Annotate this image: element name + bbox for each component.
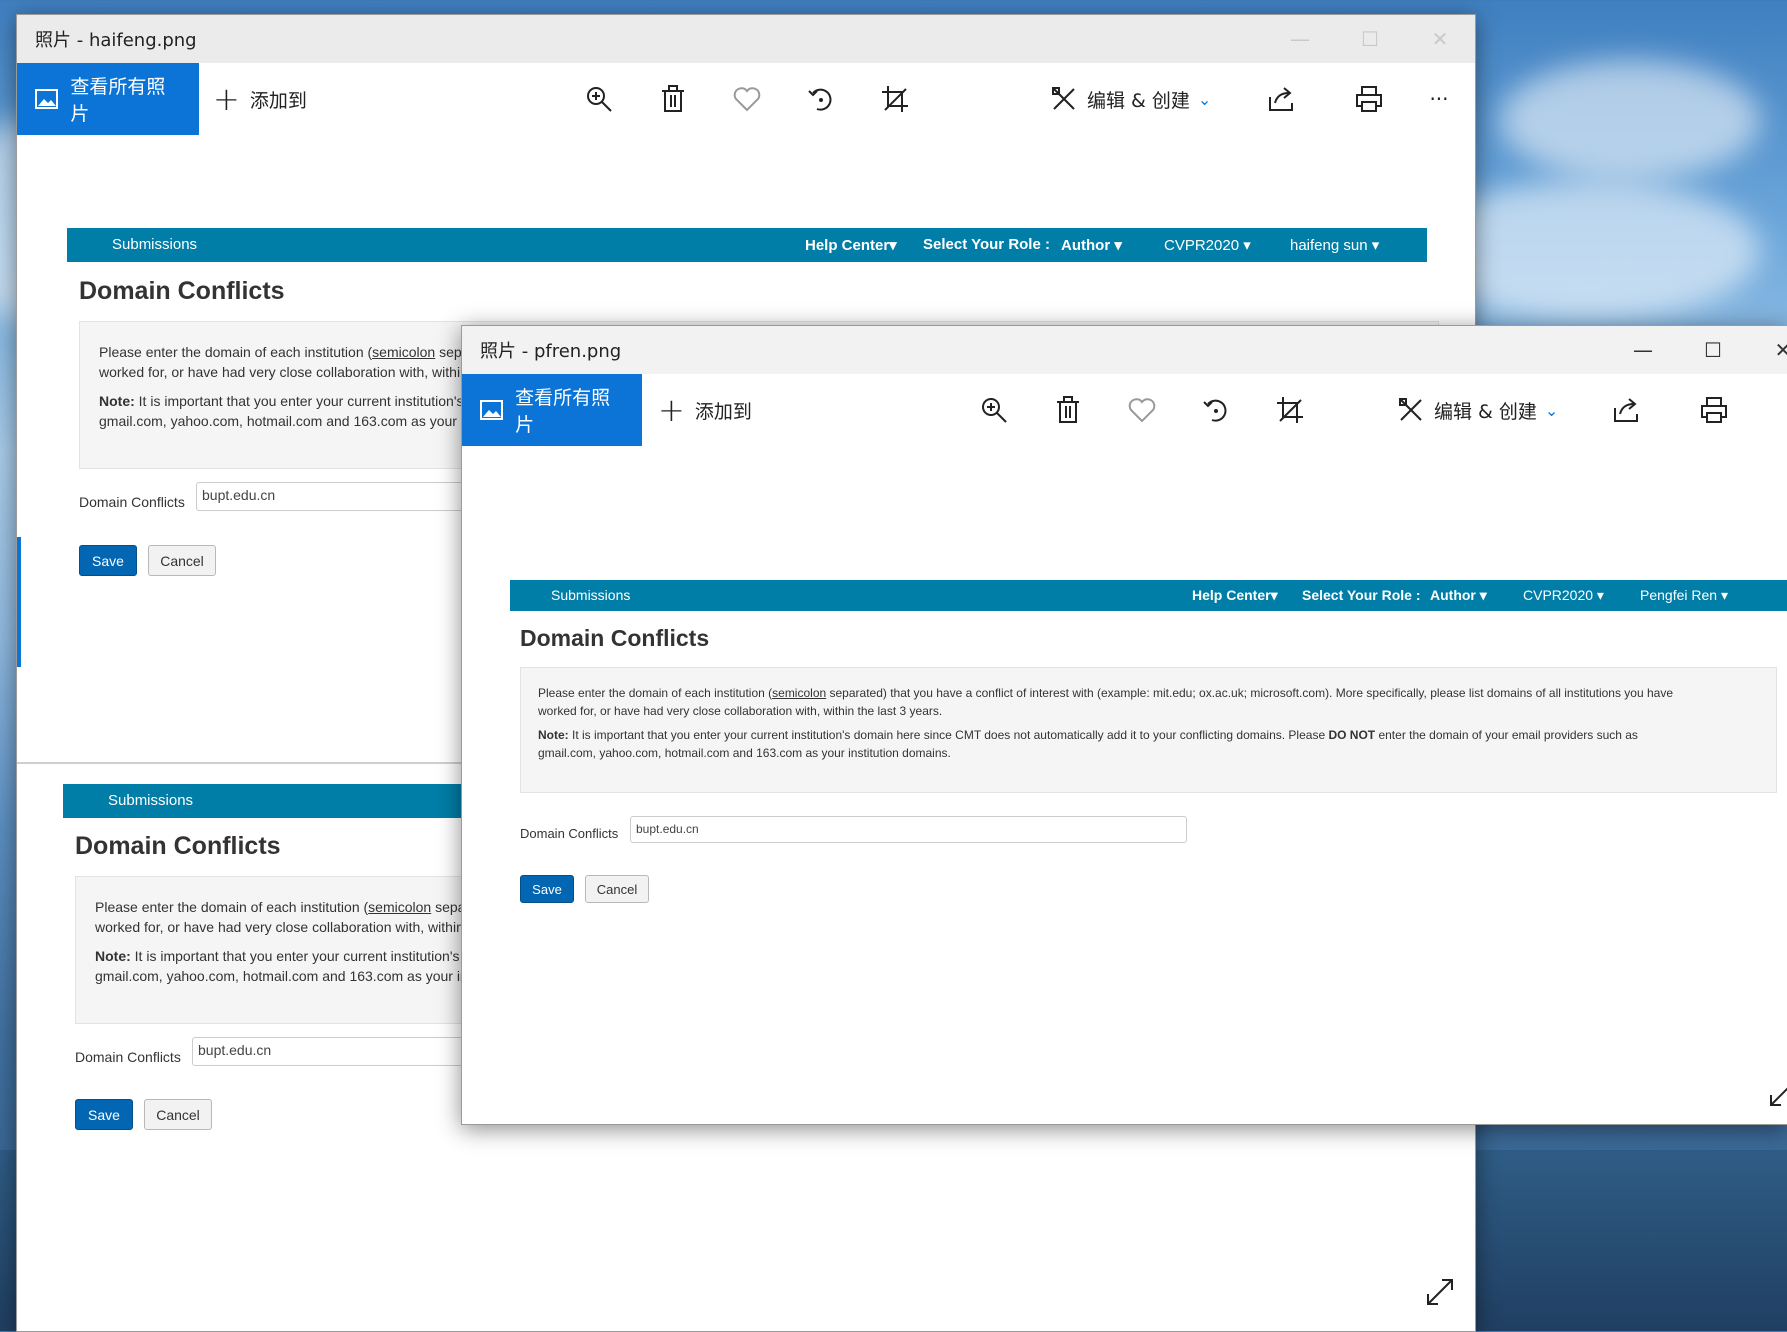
crop-icon[interactable] — [877, 81, 913, 117]
nav-help-center[interactable]: Help Center▾ — [805, 236, 897, 254]
edit-create-button[interactable]: 编辑 & 创建 ⌄ — [1398, 374, 1558, 446]
more-options-button[interactable]: ··· — [1421, 81, 1457, 117]
favorite-heart-icon[interactable] — [729, 81, 765, 117]
photo-icon — [480, 400, 504, 420]
share-icon[interactable] — [1608, 392, 1644, 428]
add-to-button[interactable]: + 添加到 — [213, 63, 307, 135]
cancel-button[interactable]: Cancel — [148, 545, 216, 576]
nav-conference[interactable]: CVPR2020 ▾ — [1523, 587, 1604, 604]
save-button[interactable]: Save — [520, 875, 574, 903]
delete-icon[interactable] — [1050, 392, 1086, 428]
window-title: 照片 - pfren.png — [480, 341, 622, 362]
photos-window-pfren: 照片 - pfren.png — ☐ ✕ 查看所有照片 + 添加到 — [461, 325, 1787, 1125]
maximize-button[interactable]: ☐ — [1335, 15, 1405, 63]
see-all-photos-button[interactable]: 查看所有照片 — [17, 63, 199, 135]
edit-create-icon — [1052, 87, 1075, 110]
nav-submissions[interactable]: Submissions — [108, 792, 193, 809]
minimize-button[interactable]: — — [1608, 326, 1678, 374]
zoom-icon[interactable] — [976, 392, 1012, 428]
domain-conflicts-input[interactable]: bupt.edu.cn — [630, 816, 1187, 843]
print-icon[interactable] — [1696, 392, 1732, 428]
see-all-photos-button[interactable]: 查看所有照片 — [462, 374, 642, 446]
favorite-heart-icon[interactable] — [1124, 392, 1160, 428]
cancel-button-lower[interactable]: Cancel — [144, 1099, 212, 1130]
nav-role-author[interactable]: Author ▾ — [1430, 587, 1487, 604]
nav-submissions[interactable]: Submissions — [112, 236, 197, 253]
photo-icon — [35, 89, 59, 109]
instructions-panel: Please enter the domain of each institut… — [520, 667, 1777, 793]
page-title: Domain Conflicts — [520, 625, 710, 651]
rotate-icon[interactable] — [803, 81, 839, 117]
chevron-down-icon: ⌄ — [1544, 400, 1559, 420]
expand-icon[interactable] — [1768, 1078, 1787, 1108]
page-title: Domain Conflicts — [79, 277, 285, 305]
nav-user[interactable]: haifeng sun ▾ — [1290, 236, 1379, 254]
nav-role-label: Select Your Role : — [1302, 587, 1421, 603]
share-icon[interactable] — [1263, 81, 1299, 117]
expand-icon[interactable] — [1425, 1277, 1455, 1307]
plus-icon: + — [658, 391, 685, 429]
edit-create-button[interactable]: 编辑 & 创建 ⌄ — [1051, 63, 1211, 135]
nav-conference[interactable]: CVPR2020 ▾ — [1164, 236, 1251, 254]
nav-role-author[interactable]: Author ▾ — [1061, 236, 1122, 254]
delete-icon[interactable] — [655, 81, 691, 117]
minimize-button[interactable]: — — [1265, 15, 1335, 63]
window-title: 照片 - haifeng.png — [35, 30, 197, 51]
rotate-icon[interactable] — [1198, 392, 1234, 428]
nav-user[interactable]: Pengfei Ren ▾ — [1640, 587, 1728, 604]
site-navbar: Submissions Help Center▾ Select Your Rol… — [510, 580, 1787, 611]
save-button[interactable]: Save — [79, 545, 137, 576]
site-navbar: Submissions Help Center▾ Select Your Rol… — [67, 228, 1427, 262]
domain-conflicts-label: Domain Conflicts — [79, 494, 185, 510]
plus-icon: + — [213, 80, 240, 118]
zoom-icon[interactable] — [581, 81, 617, 117]
photos-toolbar: 查看所有照片 + 添加到 编辑 & 创建 ⌄ — [462, 374, 1787, 446]
photos-toolbar: 查看所有照片 + 添加到 编辑 & 创建 ⌄ — [17, 63, 1475, 135]
nav-submissions[interactable]: Submissions — [551, 587, 630, 603]
save-button-lower[interactable]: Save — [75, 1099, 133, 1130]
close-button[interactable]: ✕ — [1748, 326, 1787, 374]
image-edge — [17, 537, 21, 667]
close-button[interactable]: ✕ — [1405, 15, 1475, 63]
domain-conflicts-label: Domain Conflicts — [520, 826, 619, 841]
cancel-button[interactable]: Cancel — [585, 875, 649, 903]
edit-create-icon — [1399, 398, 1422, 421]
page-title-lower: Domain Conflicts — [75, 832, 281, 860]
add-to-button[interactable]: + 添加到 — [658, 374, 752, 446]
print-icon[interactable] — [1351, 81, 1387, 117]
nav-role-label: Select Your Role : — [923, 236, 1050, 253]
chevron-down-icon: ⌄ — [1197, 89, 1212, 109]
title-bar: 照片 - haifeng.png — ☐ ✕ — [17, 15, 1475, 63]
maximize-button[interactable]: ☐ — [1678, 326, 1748, 374]
title-bar: 照片 - pfren.png — ☐ ✕ — [462, 326, 1787, 374]
domain-conflicts-label-lower: Domain Conflicts — [75, 1049, 181, 1065]
nav-help-center[interactable]: Help Center▾ — [1192, 587, 1278, 604]
crop-icon[interactable] — [1272, 392, 1308, 428]
